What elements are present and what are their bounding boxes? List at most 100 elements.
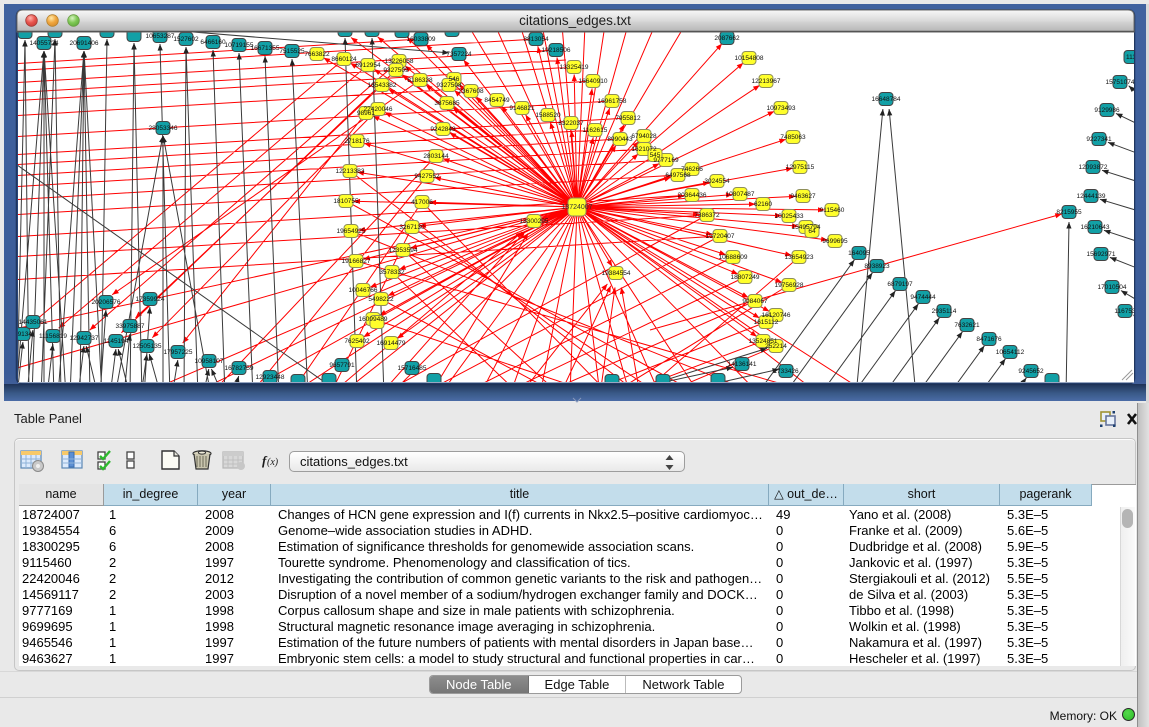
svg-text:10973493: 10973493 [767, 105, 796, 112]
svg-text:2367608: 2367608 [458, 88, 484, 95]
svg-text:9463627: 9463627 [790, 193, 816, 200]
svg-text:7485063: 7485063 [780, 134, 806, 141]
svg-text:16543382: 16543382 [368, 82, 397, 89]
svg-text:9474444: 9474444 [910, 294, 936, 301]
svg-text:1810755: 1810755 [333, 198, 359, 205]
svg-text:16120746: 16120746 [762, 312, 791, 319]
svg-text:10688609: 10688609 [719, 254, 748, 261]
svg-text:10154808: 10154808 [735, 55, 764, 62]
svg-text:116753: 116753 [1114, 308, 1136, 315]
svg-text:15716485: 15716485 [398, 365, 427, 372]
svg-text:10958107: 10958107 [195, 358, 224, 365]
svg-text:9245652: 9245652 [1018, 368, 1044, 375]
svg-text:19654925: 19654925 [337, 228, 366, 235]
svg-text:12505135: 12505135 [133, 343, 162, 350]
svg-text:14055724: 14055724 [30, 40, 59, 47]
svg-text:(x): (x) [267, 457, 279, 468]
svg-text:10046766: 10046766 [349, 287, 378, 294]
svg-text:3578332: 3578332 [379, 269, 405, 276]
svg-text:417006: 417006 [411, 199, 433, 206]
svg-text:12923448: 12923448 [256, 374, 285, 381]
svg-text:16782759: 16782759 [225, 365, 254, 372]
svg-text:9327509: 9327509 [383, 67, 409, 74]
svg-text:9657791: 9657791 [329, 362, 355, 369]
svg-text:9227341: 9227341 [1086, 136, 1112, 143]
svg-text:16210643: 16210643 [1081, 224, 1110, 231]
svg-text:15692971: 15692971 [1087, 251, 1116, 258]
svg-text:13226058: 13226058 [385, 58, 414, 65]
svg-text:20206576: 20206576 [92, 299, 121, 306]
svg-text:7625402: 7625402 [344, 338, 370, 345]
svg-text:28053346: 28053346 [149, 125, 178, 132]
svg-text:7955812: 7955812 [615, 115, 641, 122]
svg-text:6497568: 6497568 [665, 172, 691, 179]
svg-text:1615112: 1615112 [754, 319, 779, 326]
svg-text:9084067: 9084067 [742, 298, 768, 305]
svg-text:16961758: 16961758 [598, 98, 627, 105]
svg-text:20364436: 20364436 [678, 192, 707, 199]
svg-text:10654112: 10654112 [996, 349, 1025, 356]
svg-text:8938923: 8938923 [864, 263, 890, 270]
svg-text:2935114: 2935114 [932, 308, 957, 315]
svg-text:15495794: 15495794 [792, 224, 821, 231]
svg-text:64: 64 [808, 228, 816, 235]
svg-text:6466160: 6466160 [200, 39, 226, 46]
svg-text:16640910: 16640910 [579, 78, 608, 85]
svg-text:8322037: 8322037 [558, 120, 584, 127]
svg-text:1527602: 1527602 [173, 36, 199, 43]
svg-text:9146821: 9146821 [509, 105, 535, 112]
svg-text:1145194: 1145194 [104, 338, 129, 345]
svg-text:18724007: 18724007 [561, 204, 592, 211]
svg-text:12093872: 12093872 [1079, 164, 1108, 171]
svg-text:33975887: 33975887 [116, 323, 145, 330]
svg-text:164095: 164095 [848, 250, 870, 257]
svg-text:252214: 252214 [765, 343, 787, 350]
svg-text:15751074: 15751074 [1106, 79, 1135, 86]
svg-text:16648784: 16648784 [872, 96, 901, 103]
svg-text:16914479: 16914479 [377, 340, 406, 347]
svg-text:12975115: 12975115 [786, 164, 815, 171]
svg-text:9129986: 9129986 [1094, 107, 1120, 114]
svg-text:98961: 98961 [357, 110, 375, 117]
svg-text:14435061: 14435061 [19, 319, 48, 326]
svg-text:1162615: 1162615 [583, 127, 608, 134]
svg-text:8454749: 8454749 [484, 97, 510, 104]
svg-text:10719155: 10719155 [225, 42, 254, 49]
svg-text:545: 545 [650, 152, 661, 159]
svg-text:1733426: 1733426 [773, 368, 799, 375]
svg-text:17010504: 17010504 [1098, 284, 1127, 291]
svg-text:10807487: 10807487 [726, 191, 755, 198]
svg-text:8660124: 8660124 [331, 56, 357, 63]
svg-text:8990443: 8990443 [607, 136, 633, 143]
svg-text:5498222: 5498222 [368, 296, 394, 303]
svg-text:2718176: 2718176 [344, 138, 370, 145]
svg-text:9242848: 9242848 [430, 126, 456, 133]
svg-text:18807249: 18807249 [731, 274, 760, 281]
svg-text:7357224: 7357224 [446, 51, 472, 58]
svg-text:2803144: 2803144 [423, 153, 449, 160]
svg-text:7386372: 7386372 [694, 212, 720, 219]
svg-text:12444139: 12444139 [1077, 193, 1106, 200]
svg-text:14136141: 14136141 [728, 361, 757, 368]
svg-text:12942737: 12942737 [70, 335, 99, 342]
svg-text:7663822: 7663822 [304, 51, 330, 58]
svg-text:16033809: 16033809 [407, 36, 436, 43]
svg-text:11156819: 11156819 [39, 333, 67, 340]
svg-text:6794028: 6794028 [631, 133, 657, 140]
svg-text:18300295: 18300295 [520, 218, 549, 225]
svg-text:10653287: 10653287 [146, 33, 175, 40]
svg-text:19756928: 19756928 [775, 282, 804, 289]
svg-text:2087662: 2087662 [714, 35, 740, 42]
svg-text:8912954: 8912954 [355, 62, 381, 69]
svg-text:19218506: 19218506 [542, 47, 571, 54]
svg-text:12213967: 12213967 [752, 78, 781, 85]
svg-text:17957225: 17957225 [164, 349, 193, 356]
svg-text:7515525: 7515525 [279, 48, 305, 55]
svg-text:8186328: 8186328 [407, 77, 433, 84]
svg-text:19166827: 19166827 [342, 258, 371, 265]
svg-text:8215955: 8215955 [1056, 209, 1082, 216]
svg-text:15720407: 15720407 [706, 233, 735, 240]
svg-text:13325419: 13325419 [560, 64, 589, 71]
svg-text:3024554: 3024554 [704, 178, 730, 185]
svg-text:20691406: 20691406 [70, 40, 99, 47]
